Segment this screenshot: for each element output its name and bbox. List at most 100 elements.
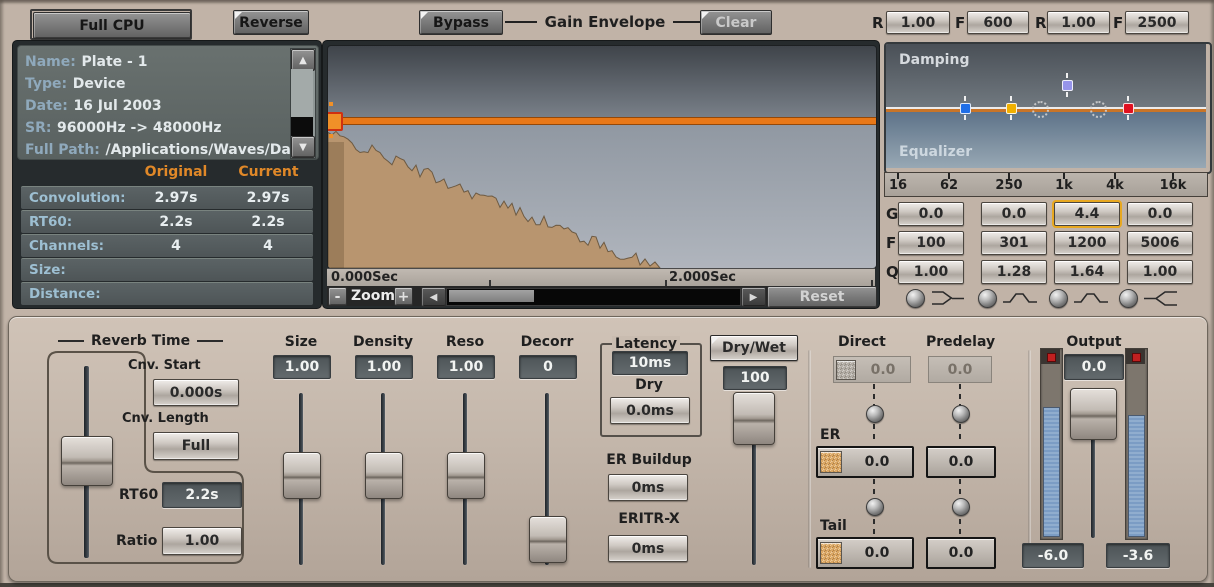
release2-value[interactable]: 1.00 — [1047, 11, 1110, 34]
eq-freq-band3[interactable]: 1200 — [1054, 231, 1120, 255]
bypass-button[interactable]: Bypass — [419, 10, 503, 35]
direct-gain-row[interactable]: 0.0 — [833, 356, 911, 383]
scroll-right-button[interactable]: ▶ — [741, 287, 766, 307]
direct-er-node-left[interactable] — [866, 405, 884, 423]
reso-value[interactable]: 1.00 — [437, 355, 495, 379]
eq-band4-handle[interactable] — [1123, 103, 1134, 114]
direct-predelay-box[interactable]: 0.0 — [928, 356, 992, 383]
waveform-scrollbar-thumb[interactable] — [449, 290, 534, 302]
waveform-panel: 0.000Sec 2.000Sec - Zoom + ◀ ▶ Reset — [322, 40, 880, 309]
dry-wet-button[interactable]: Dry/Wet — [710, 335, 798, 361]
freq1-value[interactable]: 600 — [967, 11, 1029, 34]
band1-type-selector[interactable] — [906, 289, 925, 308]
tail-gain-row[interactable]: 0.0 — [816, 537, 914, 569]
eq-gain-band2[interactable]: 0.0 — [981, 202, 1047, 226]
reset-button[interactable]: Reset — [767, 286, 877, 308]
zoom-in-button[interactable]: + — [394, 287, 413, 306]
meter-left-text: -6.0 — [1038, 548, 1069, 564]
name-value: Plate - 1 — [81, 54, 147, 70]
eq-q-band3[interactable]: 1.64 — [1054, 260, 1120, 284]
latency-value[interactable]: 10ms — [612, 351, 688, 375]
cnv-start-value[interactable]: 0.000s — [153, 379, 239, 406]
dry-wet-value[interactable]: 100 — [723, 366, 787, 390]
damping-band-handle-2[interactable] — [1090, 101, 1107, 118]
clear-button[interactable]: Clear — [700, 10, 772, 35]
er-tail-node-right[interactable] — [952, 498, 970, 516]
decorr-fader-handle[interactable] — [529, 516, 567, 563]
envelope-node-lower[interactable] — [329, 134, 333, 138]
info-scrollbar[interactable]: ▲ ▼ — [290, 48, 316, 159]
cnv-length-value[interactable]: Full — [153, 432, 239, 460]
er-gain-row[interactable]: 0.0 — [816, 446, 914, 478]
freq-row-label: F — [886, 234, 896, 252]
er-buildup-value[interactable]: 0ms — [608, 474, 688, 501]
arrow-left-icon: ◀ — [430, 292, 438, 303]
eq-gain-band1[interactable]: 0.0 — [898, 202, 964, 226]
eq-freq-band4[interactable]: 5006 — [1127, 231, 1193, 255]
meter-left-cap — [1041, 349, 1060, 364]
table-row-distance: Distance: — [21, 282, 313, 305]
direct-mute-button[interactable] — [836, 360, 856, 380]
output-fader-value[interactable]: 0.0 — [1064, 354, 1124, 380]
eq-q-band2[interactable]: 1.28 — [981, 260, 1047, 284]
rt60-value[interactable]: 2.2s — [162, 482, 242, 508]
er-predelay-box[interactable]: 0.0 — [926, 446, 996, 478]
direct-er-node-right[interactable] — [952, 405, 970, 423]
eq-q-band1[interactable]: 1.00 — [898, 260, 964, 284]
size-fader-handle[interactable] — [283, 452, 321, 499]
gain-envelope-line[interactable] — [328, 117, 876, 125]
zoom-out-button[interactable]: - — [328, 287, 347, 306]
eq-gain-band4[interactable]: 0.0 — [1127, 202, 1193, 226]
release2-text: 1.00 — [1061, 15, 1096, 31]
dry-wet-label: Dry/Wet — [722, 340, 786, 356]
eq-band3-handle[interactable] — [1062, 80, 1073, 91]
cnv-length-label: Cnv. Length — [122, 411, 209, 426]
eq-freq-band2[interactable]: 301 — [981, 231, 1047, 255]
decorr-text: 0 — [543, 359, 553, 375]
waveform-scrollbar-track[interactable] — [446, 288, 741, 306]
tail-predelay-box[interactable]: 0.0 — [926, 537, 996, 569]
ruler-start-label: 0.000Sec — [331, 270, 398, 285]
output-fader-handle[interactable] — [1070, 388, 1117, 440]
freq2-value[interactable]: 2500 — [1125, 11, 1189, 34]
scroll-left-button[interactable]: ◀ — [421, 287, 446, 307]
dry-latency-value[interactable]: 0.0ms — [610, 397, 690, 424]
envelope-node-upper[interactable] — [329, 102, 333, 106]
ertrx-value[interactable]: 0ms — [608, 535, 688, 562]
full-cpu-button[interactable]: Full CPU — [33, 12, 191, 39]
distance-label: Distance: — [29, 286, 101, 302]
ratio-value[interactable]: 1.00 — [162, 527, 242, 555]
eq-gain-band3-selected[interactable]: 4.4 — [1054, 202, 1120, 226]
gain-envelope-handle[interactable] — [327, 112, 343, 131]
impulse-response-display[interactable] — [327, 45, 877, 269]
dry-wet-fader-handle[interactable] — [733, 392, 775, 445]
damping-eq-graph[interactable]: Damping Equalizer — [884, 42, 1212, 174]
density-fader-handle[interactable] — [365, 452, 403, 499]
eq-band2-handle[interactable] — [1006, 103, 1017, 114]
tail-predelay-value: 0.0 — [928, 545, 994, 561]
eq-band1-handle[interactable] — [960, 103, 971, 114]
er-tail-node-left[interactable] — [866, 498, 884, 516]
eq-q-band4[interactable]: 1.00 — [1127, 260, 1193, 284]
reso-fader-handle[interactable] — [447, 452, 485, 499]
info-field-date: Date: 16 Jul 2003 — [25, 95, 162, 114]
band2-type-selector[interactable] — [978, 289, 997, 308]
latency-title: Latency — [612, 336, 680, 352]
scroll-down-button[interactable]: ▼ — [291, 136, 315, 158]
scroll-up-button[interactable]: ▲ — [291, 49, 315, 71]
scrollbar-thumb[interactable] — [291, 117, 313, 136]
eq-freq-band1[interactable]: 100 — [898, 231, 964, 255]
reverse-button[interactable]: Reverse — [233, 10, 309, 35]
scrollbar-track[interactable] — [291, 69, 313, 117]
er-solo-button[interactable] — [820, 451, 842, 473]
band4-type-selector[interactable] — [1119, 289, 1138, 308]
density-value[interactable]: 1.00 — [355, 355, 413, 379]
damping-band-handle-1[interactable] — [1032, 101, 1049, 118]
size-value[interactable]: 1.00 — [273, 355, 331, 379]
reverb-time-fader-handle[interactable] — [61, 436, 113, 486]
reverb-time-title: Reverb Time — [91, 333, 190, 349]
decorr-value[interactable]: 0 — [519, 355, 577, 379]
band3-type-selector[interactable] — [1049, 289, 1068, 308]
tail-solo-button[interactable] — [820, 542, 842, 564]
release1-value[interactable]: 1.00 — [886, 11, 950, 34]
